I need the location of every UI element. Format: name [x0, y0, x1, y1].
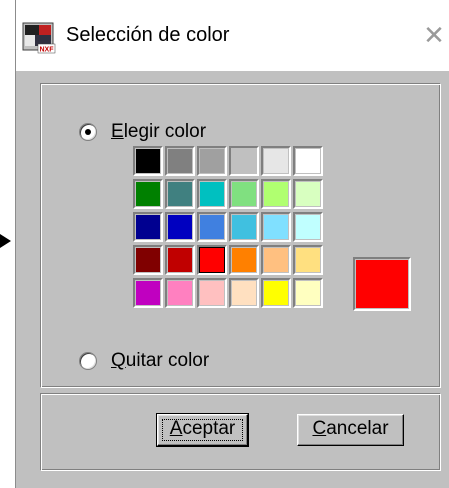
color-swatch[interactable]: [261, 278, 291, 308]
swatch-fill: [296, 281, 320, 305]
color-swatch[interactable]: [133, 146, 163, 176]
color-selection-dialog: NXF Selección de color ✕ Elegir color Qu…: [15, 0, 449, 488]
swatch-fill: [296, 215, 320, 239]
color-swatch[interactable]: [133, 245, 163, 275]
choose-color-label-rest: legir color: [123, 121, 207, 142]
color-swatch[interactable]: [261, 212, 291, 242]
selected-color-preview: [353, 257, 411, 311]
color-palette-grid: [133, 146, 327, 312]
swatch-fill: [200, 149, 224, 173]
color-swatch[interactable]: [197, 146, 227, 176]
color-swatch[interactable]: [293, 245, 323, 275]
cancel-access-key: C: [312, 418, 327, 439]
color-swatch[interactable]: [197, 179, 227, 209]
swatch-fill: [136, 215, 160, 239]
color-swatch[interactable]: [261, 179, 291, 209]
swatch-fill: [136, 182, 160, 206]
color-swatch[interactable]: [229, 245, 259, 275]
swatch-fill: [168, 149, 192, 173]
choose-color-option[interactable]: Elegir color: [79, 121, 206, 143]
swatch-fill: [264, 281, 288, 305]
remove-color-option[interactable]: Quitar color: [79, 350, 209, 372]
focus-rectangle: [162, 419, 243, 441]
color-swatch[interactable]: [293, 179, 323, 209]
color-swatch[interactable]: [197, 212, 227, 242]
choose-color-label: Elegir color: [111, 121, 206, 143]
swatch-fill: [264, 182, 288, 206]
app-icon: NXF: [22, 22, 56, 54]
remove-color-label: Quitar color: [111, 350, 209, 372]
buttons-panel: Aceptar Cancelar: [40, 393, 441, 471]
swatch-fill: [168, 182, 192, 206]
swatch-fill: [264, 215, 288, 239]
swatch-fill: [296, 248, 320, 272]
swatch-fill: [168, 281, 192, 305]
color-swatch[interactable]: [133, 179, 163, 209]
color-swatch[interactable]: [261, 245, 291, 275]
color-swatch[interactable]: [165, 212, 195, 242]
swatch-fill: [232, 149, 256, 173]
swatch-fill: [264, 248, 288, 272]
close-button[interactable]: ✕: [420, 22, 448, 50]
color-swatch[interactable]: [133, 278, 163, 308]
preview-fill: [356, 260, 408, 308]
color-swatch[interactable]: [229, 278, 259, 308]
color-swatch[interactable]: [197, 278, 227, 308]
color-swatch[interactable]: [229, 179, 259, 209]
color-swatch[interactable]: [229, 212, 259, 242]
window-title: Selección de color: [66, 24, 230, 46]
remove-color-label-rest: uitar color: [125, 350, 210, 371]
swatch-fill: [264, 149, 288, 173]
color-swatch[interactable]: [133, 212, 163, 242]
swatch-fill: [200, 182, 224, 206]
color-swatch[interactable]: [293, 212, 323, 242]
swatch-fill: [232, 281, 256, 305]
swatch-fill: [168, 215, 192, 239]
title-bar[interactable]: NXF Selección de color ✕: [16, 0, 449, 71]
swatch-fill: [296, 182, 320, 206]
cancel-label-rest: ancelar: [326, 418, 389, 439]
choose-color-radio[interactable]: [79, 123, 97, 141]
accept-button[interactable]: Aceptar: [156, 413, 249, 447]
swatch-fill: [200, 248, 224, 272]
color-swatch[interactable]: [293, 146, 323, 176]
remove-color-access-key: Q: [111, 350, 126, 371]
swatch-fill: [200, 215, 224, 239]
swatch-fill: [232, 215, 256, 239]
color-swatch[interactable]: [261, 146, 291, 176]
cancel-button[interactable]: Cancelar: [297, 414, 404, 446]
swatch-fill: [136, 248, 160, 272]
color-swatch[interactable]: [165, 179, 195, 209]
color-swatch[interactable]: [293, 278, 323, 308]
choose-color-access-key: E: [111, 121, 124, 142]
color-swatch[interactable]: [165, 278, 195, 308]
dialog-client-area: Elegir color Quitar color Aceptar Cancel…: [16, 71, 449, 488]
color-swatch[interactable]: [229, 146, 259, 176]
close-icon: ✕: [423, 21, 445, 51]
color-swatch[interactable]: [197, 245, 227, 275]
color-swatch[interactable]: [165, 146, 195, 176]
swatch-fill: [232, 182, 256, 206]
swatch-fill: [136, 149, 160, 173]
swatch-fill: [136, 281, 160, 305]
swatch-fill: [296, 149, 320, 173]
swatch-fill: [232, 248, 256, 272]
svg-text:NXF: NXF: [40, 47, 55, 54]
remove-color-radio[interactable]: [79, 352, 97, 370]
color-swatch[interactable]: [165, 245, 195, 275]
arrow-pointer-icon: [0, 234, 11, 248]
swatch-fill: [168, 248, 192, 272]
swatch-fill: [200, 281, 224, 305]
color-options-panel: Elegir color Quitar color: [40, 83, 441, 388]
